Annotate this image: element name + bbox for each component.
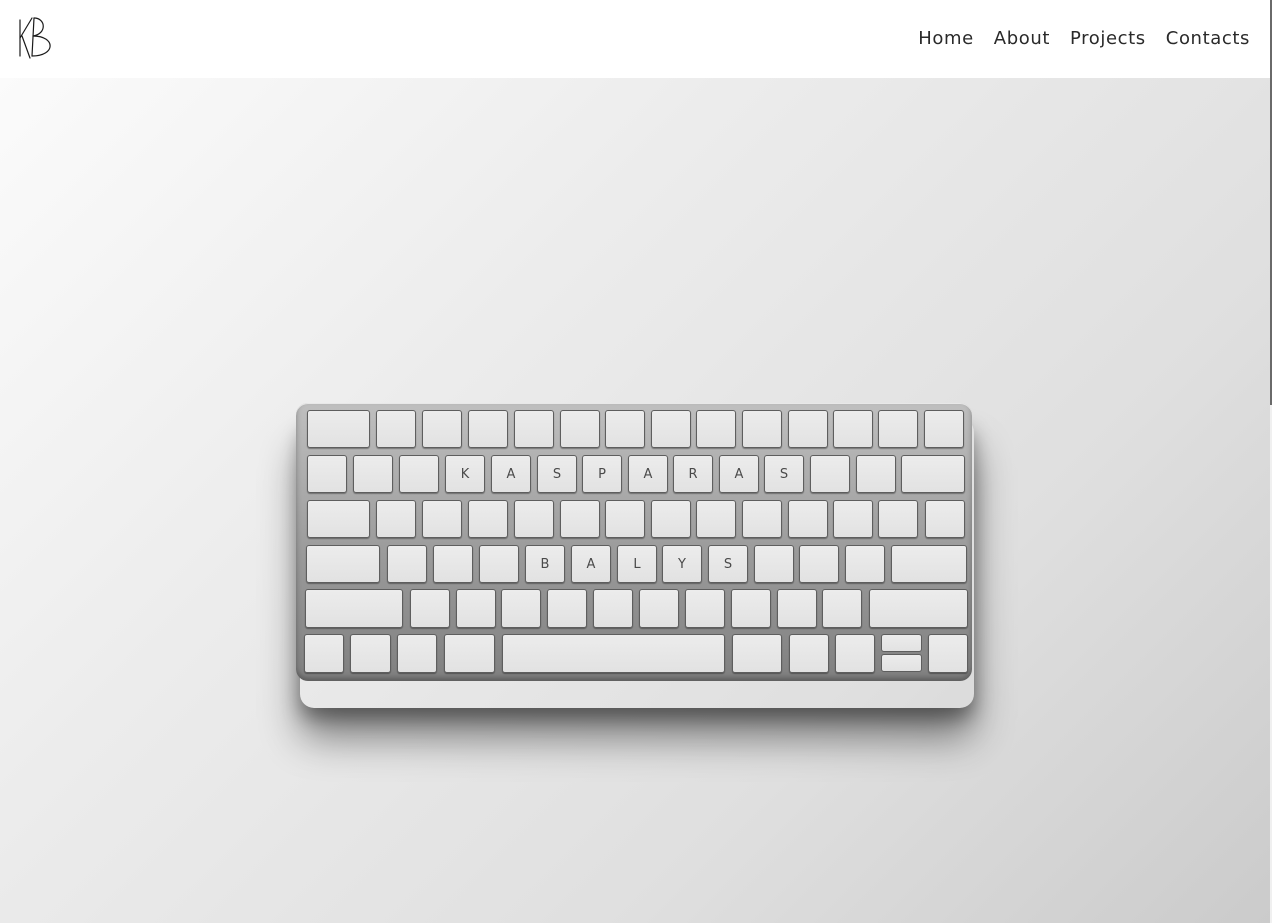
keyboard-key (810, 455, 850, 493)
keyboard-key (799, 545, 839, 583)
keyboard-key (856, 455, 896, 493)
keyboard-key (742, 410, 782, 448)
keyboard-key (306, 545, 380, 583)
keyboard-letter-key: P (582, 455, 622, 493)
keyboard-key (305, 589, 403, 628)
keyboard-key (754, 545, 794, 583)
keyboard-key (547, 589, 587, 628)
keyboard-letter-key: B (525, 545, 565, 583)
keyboard-key (605, 410, 645, 448)
keyboard-key (685, 589, 725, 628)
keyboard-key (350, 634, 391, 673)
kb-logo-icon[interactable] (16, 14, 60, 60)
keyboard-key (479, 545, 519, 583)
keyboard-key (788, 500, 828, 538)
keyboard-key (468, 500, 508, 538)
main-nav: Home About Projects Contacts (898, 27, 1250, 51)
keyboard-key (433, 545, 473, 583)
keyboard-key (410, 589, 450, 628)
keyboard-key (605, 500, 645, 538)
keyboard-key (397, 634, 437, 673)
keyboard-letter-key: A (571, 545, 611, 583)
nav-projects-link[interactable]: Projects (1070, 27, 1146, 51)
keyboard-key (353, 455, 393, 493)
keyboard-key (891, 545, 967, 583)
keyboard-key (307, 455, 347, 493)
nav-contacts-link[interactable]: Contacts (1166, 27, 1250, 51)
keyboard-key (731, 589, 771, 628)
keyboard-key (387, 545, 427, 583)
keyboard-key (925, 500, 965, 538)
keyboard-key (639, 589, 679, 628)
keyboard-key (869, 589, 968, 628)
keyboard-key (788, 410, 828, 448)
nav-about-link[interactable]: About (994, 27, 1050, 51)
keyboard-key (307, 500, 370, 538)
keyboard-key (845, 545, 885, 583)
keyboard-key (304, 634, 344, 673)
site-header: Home About Projects Contacts (0, 0, 1270, 78)
keyboard-letter-key: S (764, 455, 804, 493)
nav-home-link[interactable]: Home (918, 27, 974, 51)
hero-section: KASPARASBALYS (0, 78, 1270, 923)
keyboard-letter-key: K (445, 455, 485, 493)
keyboard-key (833, 410, 873, 448)
keyboard-letter-key: S (537, 455, 577, 493)
keyboard-key (732, 634, 782, 673)
keyboard-key (514, 500, 554, 538)
keyboard-key (399, 455, 439, 493)
keyboard-arrow-down-key (881, 654, 922, 672)
keyboard-key (651, 500, 691, 538)
keyboard-key (593, 589, 633, 628)
keyboard-key (376, 410, 416, 448)
keyboard-key (835, 634, 875, 673)
keyboard-arrow-up-down-key (881, 634, 922, 673)
keyboard-arrow-up-key (881, 634, 922, 652)
keyboard-key (924, 410, 964, 448)
keyboard-key (833, 500, 873, 538)
keyboard-letter-key: L (617, 545, 657, 583)
keyboard-key (514, 410, 554, 448)
keyboard-key (376, 500, 416, 538)
keyboard-letter-key: R (673, 455, 713, 493)
keyboard-key (696, 410, 736, 448)
keyboard-key (651, 410, 691, 448)
keyboard-key (878, 410, 918, 448)
keyboard-letter-key: A (491, 455, 531, 493)
keyboard-key (456, 589, 496, 628)
keyboard-key (422, 410, 462, 448)
keyboard-key (878, 500, 918, 538)
keyboard-key (777, 589, 817, 628)
keyboard-key (742, 500, 782, 538)
keyboard-spacebar (502, 634, 725, 673)
page: Home About Projects Contacts KASPARASBAL… (0, 0, 1272, 923)
keyboard-image: KASPARASBALYS (296, 403, 972, 681)
keyboard-key (468, 410, 508, 448)
keyboard-key (501, 589, 541, 628)
keyboard-letter-key: Y (662, 545, 702, 583)
keyboard-key (928, 634, 968, 673)
keyboard-letter-key: A (719, 455, 759, 493)
keyboard-key (696, 500, 736, 538)
keyboard-key (444, 634, 495, 673)
keyboard-key (307, 410, 370, 448)
keyboard-letter-key: S (708, 545, 748, 583)
keyboard-key (560, 410, 600, 448)
keyboard-key (422, 500, 462, 538)
keyboard-key (822, 589, 862, 628)
keyboard-key (901, 455, 965, 493)
keyboard-key (789, 634, 829, 673)
keyboard-key (560, 500, 600, 538)
keyboard-letter-key: A (628, 455, 668, 493)
